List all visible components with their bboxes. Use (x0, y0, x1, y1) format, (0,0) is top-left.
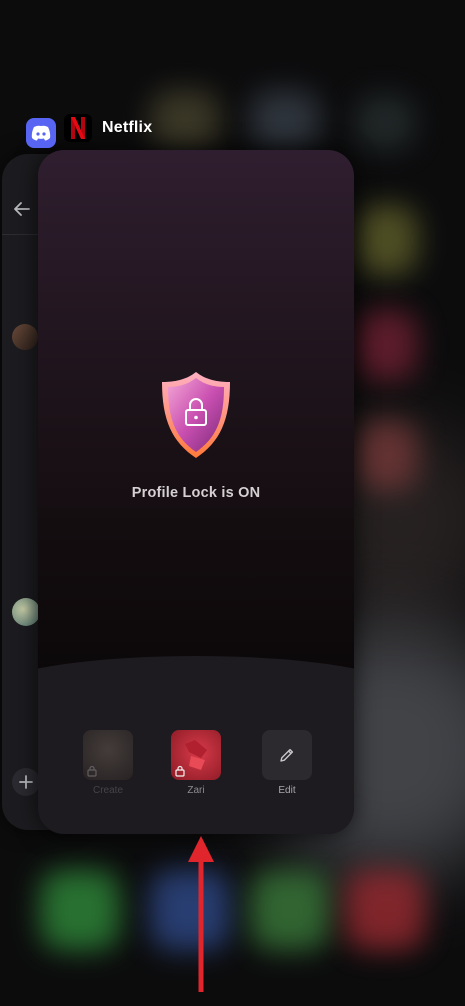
profile-lock-status: Profile Lock is ON (131, 485, 261, 501)
edit-label: Edit (278, 785, 296, 796)
app-switcher-header: Netflix (64, 114, 152, 142)
lock-icon (175, 765, 185, 777)
lock-icon (87, 765, 97, 777)
shield-lock-icon (158, 370, 234, 460)
profile-create[interactable]: Create (78, 730, 138, 796)
profile-name: Create (92, 785, 123, 796)
discord-app-icon[interactable] (26, 118, 56, 148)
netflix-logo-icon (71, 117, 85, 139)
avatar (83, 730, 133, 780)
profile-zari[interactable]: Zari (166, 730, 226, 796)
pencil-icon (262, 730, 312, 780)
edit-profiles-button[interactable]: Edit (257, 730, 317, 796)
arrow-up-icon (186, 836, 216, 999)
avatar[interactable] (12, 598, 40, 626)
discord-logo-icon (31, 125, 51, 141)
avatar (171, 730, 221, 780)
profile-name: Zari (187, 785, 205, 796)
avatar[interactable] (12, 324, 38, 350)
netflix-app-card[interactable]: Profile Lock is ON Create Zari Edit (38, 150, 354, 834)
plus-icon[interactable] (12, 768, 40, 796)
arrow-left-icon[interactable] (14, 202, 30, 221)
app-title: Netflix (102, 119, 153, 136)
profile-list: Create Zari Edit (38, 730, 354, 810)
netflix-app-icon[interactable] (64, 114, 92, 142)
